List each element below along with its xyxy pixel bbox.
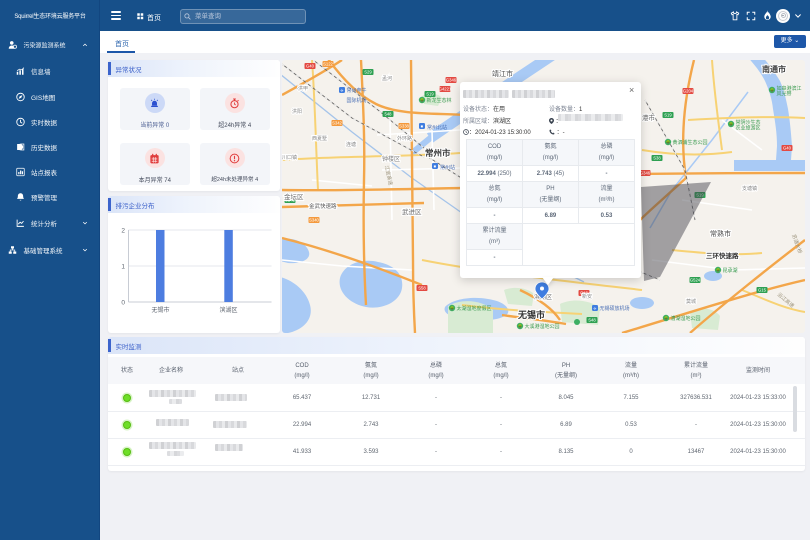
svg-text:靖江市: 靖江市 [492,69,513,78]
svg-text:1: 1 [121,264,125,271]
svg-text:G204: G204 [683,89,694,94]
svg-text:太湖湿地度假区: 太湖湿地度假区 [457,305,492,312]
svg-text:无锡硕放机场: 无锡硕放机场 [600,305,630,312]
svg-text:0: 0 [121,300,125,307]
svg-text:🌳: 🌳 [666,140,671,145]
svg-text:钟楼区: 钟楼区 [382,155,400,163]
svg-text:滨湖区: 滨湖区 [219,306,237,314]
svg-text:三环快速路: 三环快速路 [706,251,739,260]
svg-text:S29: S29 [364,70,372,75]
svg-text:🌳: 🌳 [518,324,523,329]
svg-text:🌳: 🌳 [420,98,425,103]
svg-text:🌳: 🌳 [716,268,721,273]
svg-text:风光带: 风光带 [777,91,792,98]
svg-text:昆承湖: 昆承湖 [723,267,738,274]
svg-text:新安: 新安 [582,293,592,300]
svg-text:常州站: 常州站 [440,164,455,171]
svg-text:S38: S38 [653,156,661,161]
svg-text:S58: S58 [418,286,426,291]
svg-text:常州奔牛: 常州奔牛 [347,87,367,94]
svg-text:漕湖湿地公园: 漕湖湿地公园 [671,315,701,322]
svg-text:✈: ✈ [340,88,344,93]
svg-text:金武快速路: 金武快速路 [309,202,337,210]
svg-text:✈: ✈ [593,306,597,311]
svg-text:S338: S338 [399,124,409,129]
svg-text:G524: G524 [690,278,701,283]
svg-text:S340: S340 [309,218,319,223]
svg-text:G4221: G4221 [439,87,452,92]
svg-text:🌳: 🌳 [450,306,455,311]
svg-text:G346: G346 [640,171,651,176]
svg-text:西夏墅: 西夏墅 [312,135,327,142]
svg-text:无锡市: 无锡市 [151,306,169,314]
svg-text:548: 548 [385,112,393,117]
svg-text:无锡市: 无锡市 [517,309,545,320]
svg-text:常熟市: 常熟市 [710,229,731,238]
svg-text:支塘镇: 支塘镇 [742,185,757,192]
svg-text:S19: S19 [664,113,672,118]
svg-text:洪阳: 洪阳 [292,108,302,115]
svg-text:新龙生态林: 新龙生态林 [427,97,452,104]
svg-text:🌳: 🌳 [770,88,775,93]
svg-text:黄泗浦生态公园: 黄泗浦生态公园 [673,139,708,146]
svg-text:常州市: 常州市 [425,148,451,158]
svg-text:金坛区: 金坛区 [284,192,304,201]
svg-text:江宜高速: 江宜高速 [383,165,394,186]
svg-text:连塘: 连塘 [346,141,356,148]
svg-text:武进区: 武进区 [402,207,422,216]
svg-text:港市: 港市 [642,113,656,122]
svg-text:G40: G40 [783,146,792,151]
svg-text:S122: S122 [323,62,333,67]
svg-text:川口镇: 川口镇 [282,154,297,161]
svg-text:S19: S19 [426,92,434,97]
svg-text:常州北站: 常州北站 [427,124,447,131]
svg-text:🌳: 🌳 [729,122,734,127]
svg-text:洪甲: 洪甲 [298,85,308,92]
svg-text:外环路: 外环路 [397,135,412,142]
svg-text:G40: G40 [306,64,315,69]
svg-text:S48: S48 [588,318,596,323]
svg-text:南通市: 南通市 [762,64,786,74]
svg-text:孟河: 孟河 [382,75,392,82]
svg-text:农业旅游区: 农业旅游区 [736,125,761,132]
svg-text:G346: G346 [446,78,457,83]
svg-text:大溪港湿地公园: 大溪港湿地公园 [525,323,560,330]
svg-text:G15: G15 [758,288,767,293]
svg-text:🌳: 🌳 [664,316,669,321]
svg-text:国际机场: 国际机场 [347,97,367,104]
svg-text:莫城: 莫城 [686,298,696,305]
svg-text:S342: S342 [332,121,342,126]
svg-text:2: 2 [121,228,125,235]
